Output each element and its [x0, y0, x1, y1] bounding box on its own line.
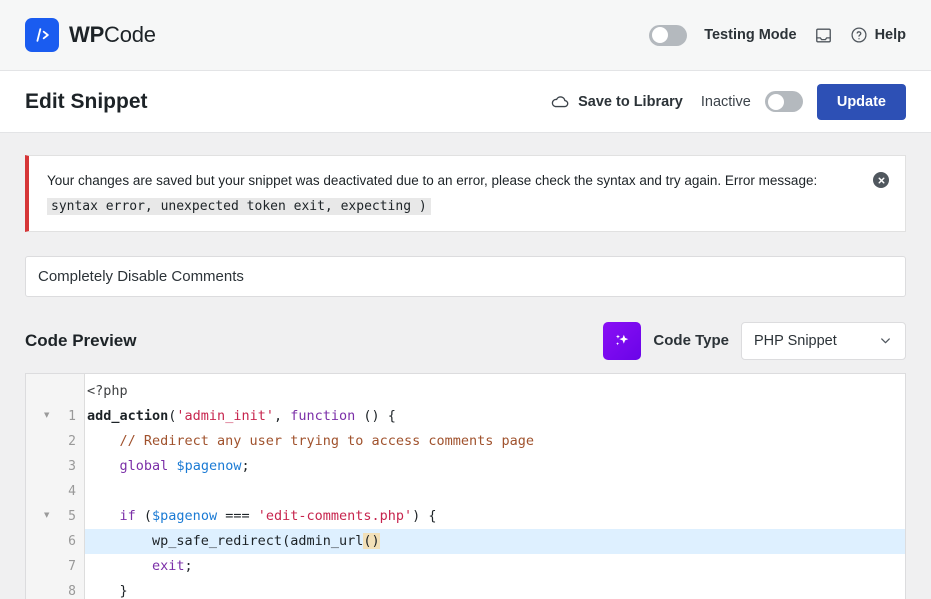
sub-header-actions: Save to Library Inactive Update [550, 83, 906, 120]
line-number: 4 [68, 483, 76, 499]
save-to-library-label: Save to Library [578, 93, 683, 110]
ai-generate-button[interactable] [603, 321, 642, 360]
code-line-5[interactable]: if ($pagenow === 'edit-comments.php') { [85, 504, 905, 529]
code-token: , [273, 407, 291, 424]
editor-code-area[interactable]: <?php add_action('admin_init', function … [85, 374, 905, 599]
top-bar-actions: Testing Mode Help [649, 24, 906, 46]
code-token: 'edit-comments.php' [257, 507, 413, 524]
code-token: function [290, 407, 356, 424]
line-number: 7 [68, 558, 76, 574]
code-line-2[interactable]: // Redirect any user trying to access co… [85, 429, 905, 454]
toggle-knob [767, 93, 784, 110]
chevron-down-icon [878, 333, 893, 348]
snippet-active-toggle[interactable] [764, 91, 803, 112]
code-line-1[interactable]: add_action('admin_init', function () { [85, 404, 905, 429]
snippet-status-label: Inactive [700, 93, 751, 110]
code-token: ( [135, 507, 153, 524]
code-token: exit [152, 557, 185, 574]
snippet-title-input[interactable] [25, 255, 906, 297]
code-type-label: Code Type [653, 332, 729, 350]
code-token: add_action [87, 407, 169, 424]
help-button[interactable]: Help [850, 26, 906, 44]
fold-triangle-icon[interactable]: ▼ [44, 511, 49, 521]
gutter-line-1: ▼ 1 [26, 404, 84, 429]
brand-wp: WP [69, 22, 105, 47]
code-token: $pagenow [152, 507, 218, 524]
php-open-tag: <?php [87, 382, 128, 399]
code-lines: add_action('admin_init', function () { /… [85, 404, 905, 599]
line-number: 1 [68, 408, 76, 424]
code-token: ) { [412, 507, 437, 524]
brand-logo[interactable]: WPCode [25, 18, 156, 52]
gutter-line-7: 7 [26, 554, 84, 579]
top-bar: WPCode Testing Mode Help [0, 0, 931, 71]
brand-text: WPCode [69, 22, 156, 48]
inbox-tray-icon[interactable] [814, 26, 833, 45]
code-token: global [119, 457, 169, 474]
code-type-select[interactable]: PHP Snippet [741, 321, 906, 360]
error-notice-message: Your changes are saved but your snippet … [47, 173, 818, 188]
code-line-7[interactable]: exit; [85, 554, 905, 579]
code-token: === [217, 507, 258, 524]
code-token: wp_safe_redirect(admin_url [87, 532, 364, 549]
code-preview-header: Code Preview Code Type PHP Snippet [25, 321, 906, 360]
code-preview-heading: Code Preview [25, 330, 137, 350]
code-token: ; [184, 557, 193, 574]
code-line-4[interactable] [85, 479, 905, 504]
testing-mode-toggle[interactable] [649, 24, 688, 46]
brand-code: Code [104, 22, 156, 47]
gutter-line-4: 4 [26, 479, 84, 504]
gutter-line-5: ▼ 5 [26, 504, 84, 529]
code-line-3[interactable]: global $pagenow; [85, 454, 905, 479]
gutter-row-header [26, 379, 84, 404]
code-preview-controls: Code Type PHP Snippet [603, 321, 906, 360]
code-token: 'admin_init' [176, 407, 274, 424]
line-number: 6 [68, 533, 76, 549]
code-token: } [87, 582, 128, 599]
code-token: $pagenow [176, 457, 242, 474]
sub-header: Edit Snippet Save to Library Inactive Up… [0, 71, 931, 133]
code-type-value: PHP Snippet [754, 332, 837, 349]
help-label: Help [874, 27, 906, 43]
gutter-line-numbers: ▼1234▼56789 [26, 404, 84, 599]
code-token: ; [241, 457, 250, 474]
gutter-line-6: 6 [26, 529, 84, 554]
error-notice: Your changes are saved but your snippet … [25, 155, 906, 232]
testing-mode-label: Testing Mode [704, 27, 797, 43]
fold-triangle-icon[interactable]: ▼ [44, 411, 49, 421]
code-line-8[interactable]: } [85, 579, 905, 599]
line-number: 3 [68, 458, 76, 474]
line-number: 5 [68, 508, 76, 524]
code-line-header: <?php [85, 379, 905, 404]
line-number: 8 [68, 583, 76, 599]
save-to-library-button[interactable]: Save to Library [550, 92, 683, 112]
error-notice-code: syntax error, unexpected token exit, exp… [47, 197, 431, 215]
page-title: Edit Snippet [25, 89, 148, 113]
sparkle-ai-icon [611, 330, 633, 352]
code-line-6[interactable]: wp_safe_redirect(admin_url() [85, 528, 905, 554]
question-circle-icon [850, 26, 868, 44]
gutter-line-2: 2 [26, 429, 84, 454]
line-number: 2 [68, 433, 76, 449]
cloud-icon [550, 92, 570, 112]
gutter-line-8: 8 [26, 579, 84, 599]
code-token: () { [355, 407, 396, 424]
code-token: // Redirect any user trying to access co… [87, 432, 535, 449]
gutter-line-3: 3 [26, 454, 84, 479]
toggle-knob [652, 27, 669, 43]
code-slash-icon [25, 18, 59, 52]
code-token: if [119, 507, 136, 524]
update-button[interactable]: Update [816, 83, 906, 120]
code-token: () [363, 532, 380, 549]
editor-gutter: ▼1234▼56789 [26, 373, 85, 599]
close-circle-icon[interactable] [873, 172, 889, 188]
main-content: Your changes are saved but your snippet … [0, 133, 931, 599]
code-editor[interactable]: ▼1234▼56789 <?php add_action('admin_init… [25, 372, 906, 599]
